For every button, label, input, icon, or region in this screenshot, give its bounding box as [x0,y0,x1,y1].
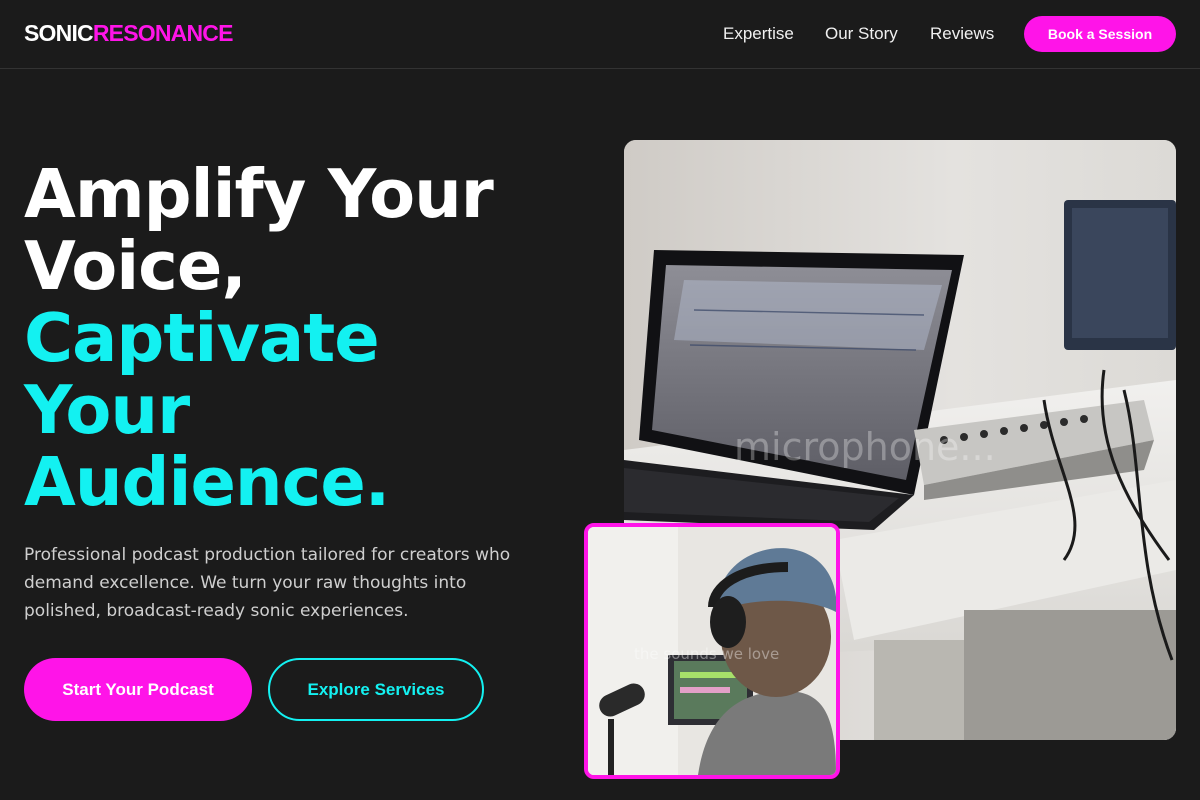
nav-link-our-story[interactable]: Our Story [825,24,898,44]
podcaster-photo: the sounds we love [584,523,840,779]
inset-photo-caption: the sounds we love [634,645,779,663]
nav-link-expertise[interactable]: Expertise [723,24,794,44]
brand-logo-part-2: RESONANCE [92,20,234,46]
brand-logo[interactable]: SONICRESONANCE [24,20,233,47]
headline-line-5: Audience. [24,443,390,521]
headline-line-1: Amplify Your [24,155,494,233]
explore-services-button[interactable]: Explore Services [268,658,484,721]
podcaster-illustration: the sounds we love [588,527,836,775]
headline-line-3: Captivate [24,299,380,377]
main-photo-caption: microphone... [734,425,996,469]
brand-logo-part-1: SONIC [24,20,94,46]
headline-line-4: Your [24,371,190,449]
hero-subtext: Professional podcast production tailored… [24,545,511,621]
hero-headline: Amplify Your Voice, Captivate Your Audie… [24,155,494,521]
nav-link-reviews[interactable]: Reviews [930,24,994,44]
headline-line-2: Voice, [24,227,247,305]
book-session-button[interactable]: Book a Session [1024,16,1176,52]
site-header: SONICRESONANCE Expertise Our Story Revie… [0,0,1200,69]
start-podcast-button[interactable]: Start Your Podcast [24,658,252,721]
